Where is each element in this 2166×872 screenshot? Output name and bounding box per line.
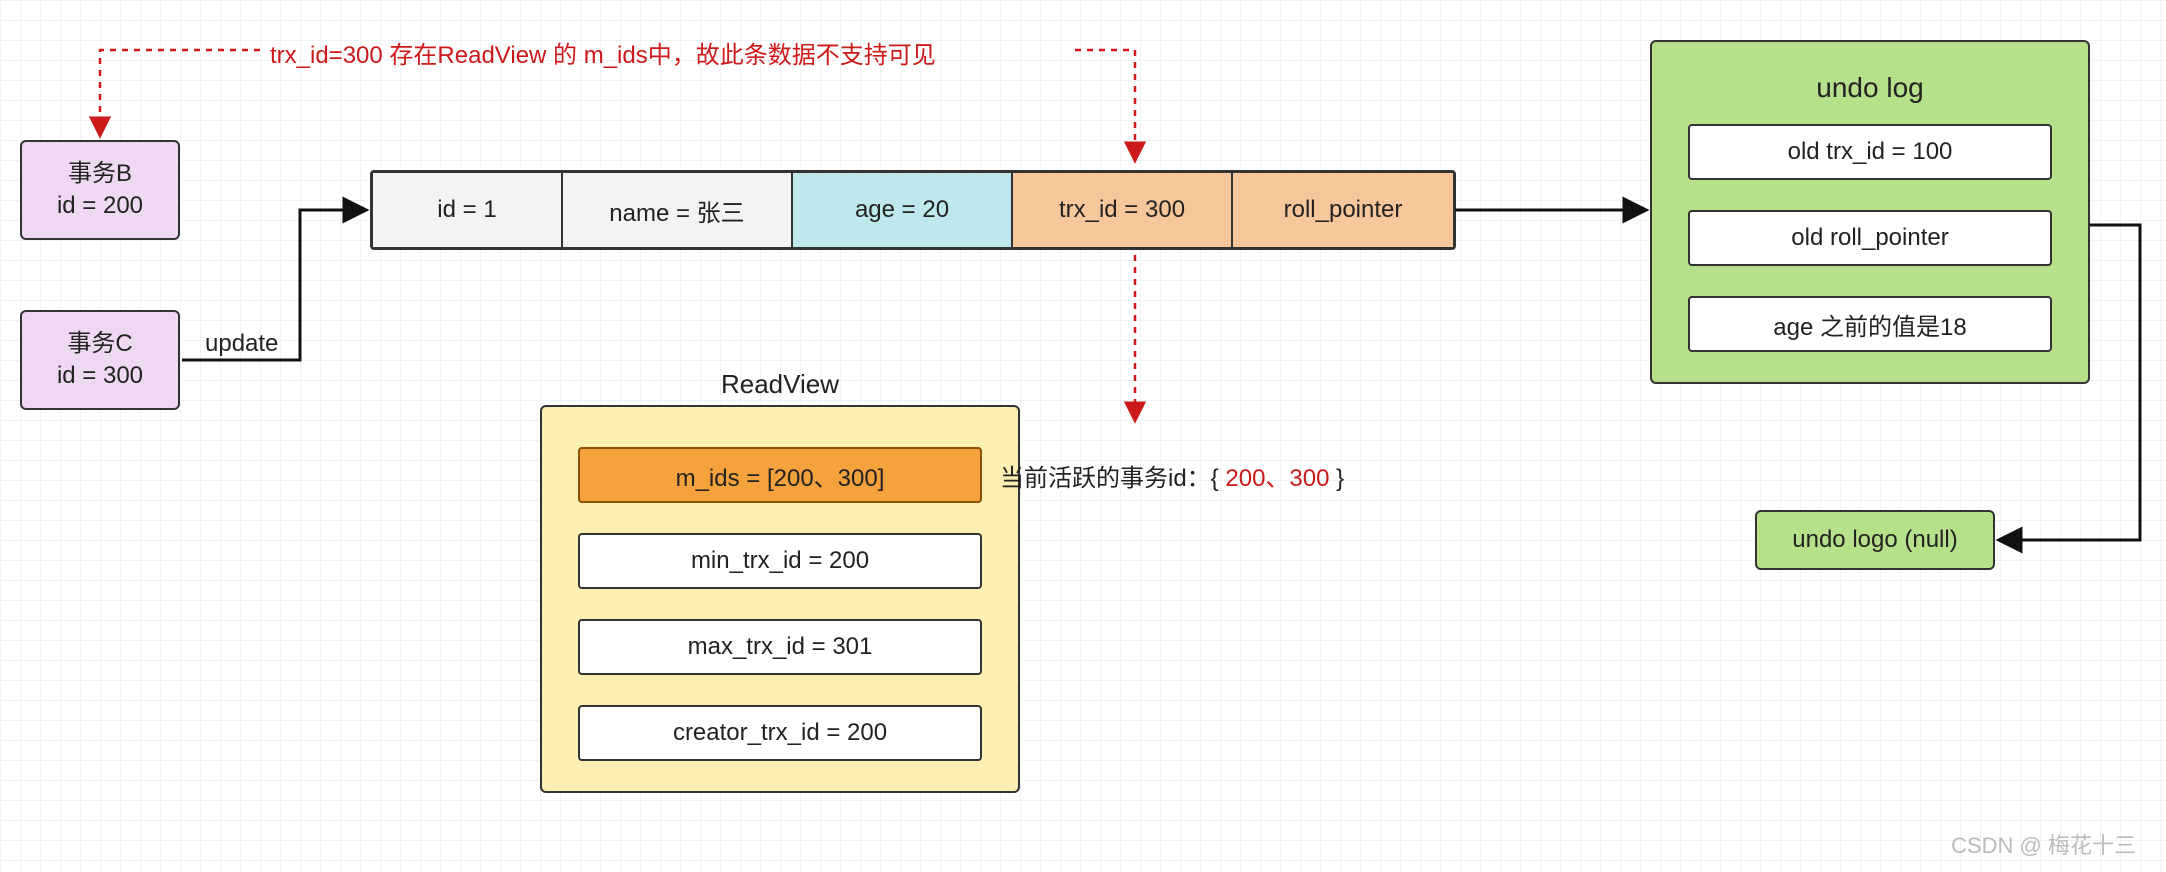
readview-m-ids: m_ids = [200、300] (578, 447, 982, 503)
cell-name: name = 张三 (563, 173, 793, 247)
undo-null-box: undo logo (null) (1755, 510, 1995, 570)
transaction-c-box: 事务C id = 300 (20, 310, 180, 410)
transaction-c-id: id = 300 (57, 360, 143, 392)
undo-log-title: undo log (1688, 72, 2052, 104)
active-txn-ids: 200、300 (1225, 465, 1329, 492)
transaction-b-name: 事务B (68, 158, 132, 190)
data-row: id = 1 name = 张三 age = 20 trx_id = 300 r… (370, 170, 1456, 250)
cell-id: id = 1 (373, 173, 563, 247)
transaction-c-name: 事务C (67, 328, 132, 360)
undo-log-panel: undo log old trx_id = 100 old roll_point… (1650, 40, 2090, 384)
undo-old-trx-id: old trx_id = 100 (1688, 124, 2052, 180)
watermark: CSDN @ 梅花十三 (1951, 828, 2136, 860)
active-transactions-label: 当前活跃的事务id：{ 200、300 } (1000, 458, 1344, 493)
cell-roll-pointer: roll_pointer (1233, 173, 1453, 247)
readview-panel: ReadView m_ids = [200、300] min_trx_id = … (540, 405, 1020, 793)
annotation-visibility: trx_id=300 存在ReadView 的 m_ids中，故此条数据不支持可… (270, 35, 936, 70)
active-txn-suffix: } (1329, 465, 1344, 492)
transaction-b-id: id = 200 (57, 190, 143, 222)
readview-max-trx-id: max_trx_id = 301 (578, 619, 982, 675)
cell-trx-id: trx_id = 300 (1013, 173, 1233, 247)
cell-age: age = 20 (793, 173, 1013, 247)
readview-min-trx-id: min_trx_id = 200 (578, 533, 982, 589)
transaction-b-box: 事务B id = 200 (20, 140, 180, 240)
active-txn-prefix: 当前活跃的事务id：{ (1000, 465, 1225, 492)
update-label: update (205, 330, 278, 358)
readview-title: ReadView (542, 369, 1018, 400)
readview-creator-trx-id: creator_trx_id = 200 (578, 705, 982, 761)
undo-age-prev: age 之前的值是18 (1688, 296, 2052, 352)
undo-old-roll-pointer: old roll_pointer (1688, 210, 2052, 266)
